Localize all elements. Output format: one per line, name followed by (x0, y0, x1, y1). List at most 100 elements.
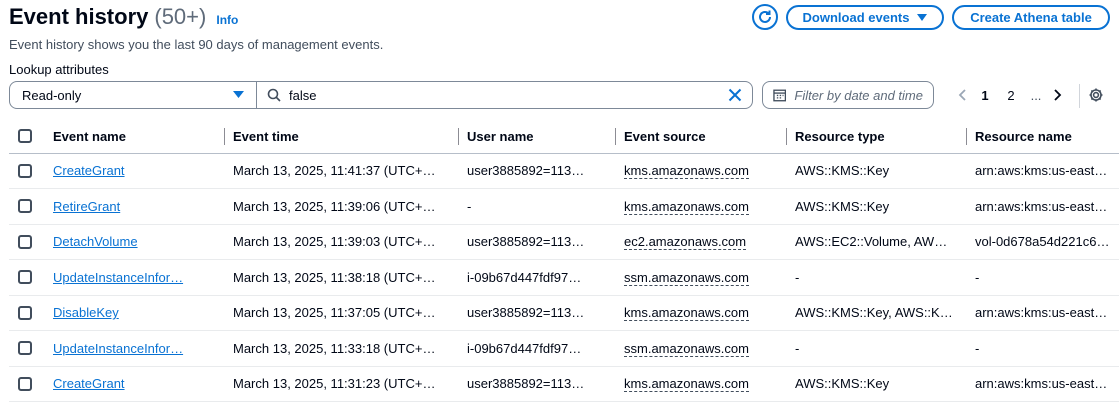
event-source-value[interactable]: ssm.amazonaws.com (624, 340, 749, 357)
pagination-ellipsis: ... (1030, 87, 1042, 103)
page-2-button[interactable]: 2 (998, 88, 1024, 103)
page-1-button[interactable]: 1 (972, 88, 998, 103)
download-events-button[interactable]: Download events (786, 5, 944, 30)
row-checkbox[interactable] (18, 341, 32, 355)
event-name-cell: DisableKey (9, 295, 225, 331)
event-source-value[interactable]: kms.amazonaws.com (624, 163, 749, 180)
row-checkbox[interactable] (18, 163, 32, 178)
event-name-cell: UpdateInstanceInfor… (9, 330, 225, 367)
table-header-row: Event name Event time User name Event so… (9, 120, 1119, 154)
event-name-link[interactable]: CreateGrant (53, 163, 125, 178)
refresh-icon (759, 10, 771, 23)
resource-name-cell: - (967, 259, 1119, 296)
date-filter-button[interactable]: Filter by date and time (762, 81, 934, 109)
search-input[interactable]: false (256, 81, 753, 109)
column-label: Resource type (795, 128, 885, 144)
event-source-value[interactable]: kms.amazonaws.com (624, 305, 749, 322)
column-label: Event time (233, 128, 299, 144)
event-source-value[interactable]: ssm.amazonaws.com (624, 269, 749, 286)
user-name-cell: user3885892=113… (459, 366, 616, 402)
event-name-cell: RetireGrant (9, 188, 225, 225)
column-header-resource-name[interactable]: Resource name (967, 120, 1119, 154)
event-time-cell: March 13, 2025, 11:38:18 (UTC+… (225, 259, 459, 296)
user-name-cell: i-09b67d447fdf97… (459, 330, 616, 367)
column-label: Resource name (975, 128, 1072, 144)
user-name-cell: user3885892=113… (459, 224, 616, 260)
column-label: User name (467, 128, 534, 144)
download-events-label: Download events (802, 10, 910, 25)
column-label: Event name (53, 128, 126, 144)
event-time-cell: March 13, 2025, 11:31:23 (UTC+… (225, 366, 459, 402)
column-header-event-time[interactable]: Event time (225, 120, 459, 154)
event-name-link[interactable]: CreateGrant (53, 376, 125, 391)
event-time-cell: March 13, 2025, 11:37:05 (UTC+… (225, 295, 459, 331)
event-time-cell: March 13, 2025, 11:41:37 (UTC+… (225, 153, 459, 189)
pagination-divider (1079, 84, 1080, 108)
row-checkbox[interactable] (18, 305, 32, 320)
resource-type-cell: AWS::KMS::Key (787, 153, 967, 189)
table-row: DetachVolume March 13, 2025, 11:39:03 (U… (9, 224, 1119, 260)
next-page-button[interactable] (1048, 89, 1068, 101)
event-name-link[interactable]: RetireGrant (53, 199, 120, 214)
event-source-cell: kms.amazonaws.com (616, 295, 787, 331)
date-filter-placeholder: Filter by date and time (794, 87, 923, 103)
resource-name-cell: arn:aws:kms:us-east-1:… (967, 188, 1119, 225)
page-header: Event history (50+) Info (9, 4, 238, 30)
event-history-table: Event name Event time User name Event so… (9, 120, 1119, 402)
info-link[interactable]: Info (216, 13, 238, 27)
table-row: RetireGrant March 13, 2025, 11:39:06 (UT… (9, 188, 1119, 225)
event-name-link[interactable]: DetachVolume (53, 234, 138, 249)
event-time-cell: March 13, 2025, 11:33:18 (UTC+… (225, 330, 459, 367)
previous-page-button[interactable] (952, 89, 972, 101)
search-value: false (289, 87, 317, 103)
select-all-checkbox[interactable] (18, 129, 32, 143)
row-checkbox[interactable] (18, 270, 32, 284)
resource-type-cell: AWS::EC2::Volume, AW… (787, 224, 967, 260)
event-name-link[interactable]: UpdateInstanceInfor… (53, 270, 183, 285)
row-checkbox[interactable] (18, 234, 32, 249)
resource-name-cell: arn:aws:kms:us-east-1:… (967, 153, 1119, 189)
row-checkbox[interactable] (18, 376, 32, 391)
event-source-value[interactable]: kms.amazonaws.com (624, 198, 749, 215)
row-checkbox[interactable] (18, 199, 32, 213)
resource-type-cell: AWS::KMS::Key (787, 366, 967, 402)
event-name-cell: CreateGrant (9, 366, 225, 402)
resource-type-cell: AWS::KMS::Key, AWS::K… (787, 295, 967, 331)
search-icon (267, 88, 281, 102)
column-header-event-name[interactable]: Event name (9, 120, 225, 154)
event-source-value[interactable]: kms.amazonaws.com (624, 376, 749, 393)
refresh-button[interactable] (752, 4, 778, 30)
event-time-cell: March 13, 2025, 11:39:03 (UTC+… (225, 224, 459, 260)
resource-type-cell: - (787, 259, 967, 296)
table-row: CreateGrant March 13, 2025, 11:31:23 (UT… (9, 366, 1119, 402)
event-count: (50+) (154, 4, 207, 29)
resource-type-cell: AWS::KMS::Key (787, 188, 967, 225)
resource-name-cell: arn:aws:kms:us-east-1:… (967, 295, 1119, 331)
event-source-value[interactable]: ec2.amazonaws.com (624, 234, 747, 251)
column-label: Event source (624, 128, 706, 144)
user-name-cell: user3885892=113… (459, 295, 616, 331)
resource-type-cell: - (787, 330, 967, 367)
caret-down-icon (233, 91, 244, 98)
event-source-cell: kms.amazonaws.com (616, 366, 787, 402)
event-time-cell: March 13, 2025, 11:39:06 (UTC+… (225, 188, 459, 225)
column-header-event-source[interactable]: Event source (616, 120, 787, 154)
lookup-attribute-value: Read-only (22, 87, 82, 103)
lookup-label: Lookup attributes (9, 62, 109, 77)
resource-name-cell: - (967, 330, 1119, 367)
column-header-resource-type[interactable]: Resource type (787, 120, 967, 154)
column-header-user-name[interactable]: User name (459, 120, 616, 154)
lookup-attribute-select[interactable]: Read-only (9, 81, 257, 109)
chevron-left-icon (958, 89, 966, 101)
preferences-button[interactable] (1088, 87, 1104, 108)
event-name-link[interactable]: DisableKey (53, 305, 119, 320)
create-athena-table-button[interactable]: Create Athena table (952, 5, 1110, 30)
user-name-cell: - (459, 188, 616, 225)
event-source-cell: ec2.amazonaws.com (616, 224, 787, 260)
event-name-cell: CreateGrant (9, 153, 225, 189)
chevron-right-icon (1054, 89, 1062, 101)
gear-icon (1089, 88, 1103, 102)
event-name-link[interactable]: UpdateInstanceInfor… (53, 341, 183, 356)
close-icon[interactable] (728, 88, 742, 102)
calendar-icon (773, 89, 787, 102)
